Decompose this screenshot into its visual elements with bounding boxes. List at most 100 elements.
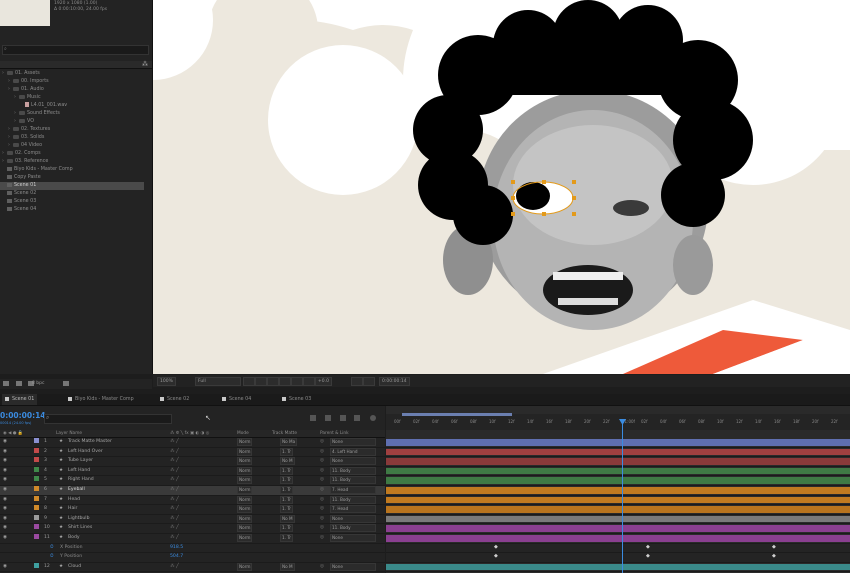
parent-dropdown[interactable]: 7. Head bbox=[330, 505, 376, 514]
layer-track-bar[interactable] bbox=[386, 486, 850, 496]
timeline-timecode[interactable]: 0:00:00:14 bbox=[0, 411, 46, 420]
visibility-icon[interactable]: ◉ bbox=[3, 505, 7, 514]
layer-row[interactable]: ◉ 10 ★ Shirt Lines ⁂ ╱ Norm 1. Tr ◎ 11. Body bbox=[0, 524, 385, 534]
blend-mode-dropdown[interactable]: Norm bbox=[237, 524, 253, 533]
parent-dropdown[interactable]: None bbox=[330, 562, 376, 571]
project-item[interactable]: › 01. Audio bbox=[0, 86, 152, 94]
track-matte-dropdown[interactable]: 1. Tr bbox=[280, 495, 293, 504]
viewer-timecode[interactable]: 0:00:00:14 bbox=[379, 377, 410, 386]
track-matte-column[interactable]: Track Matte bbox=[272, 430, 297, 437]
project-item[interactable]: Biyo Kids - Master Comp bbox=[0, 166, 152, 174]
parent-dropdown[interactable]: 11. Body bbox=[330, 524, 376, 533]
resolution-dropdown[interactable]: Full bbox=[195, 377, 241, 386]
project-item[interactable]: › 03. Solids bbox=[0, 134, 152, 142]
project-item[interactable]: › Music bbox=[0, 94, 152, 102]
label-color-swatch[interactable] bbox=[34, 447, 39, 453]
blend-mode-dropdown[interactable]: Norm bbox=[237, 438, 253, 446]
layer-duration-bar[interactable] bbox=[386, 439, 850, 446]
blend-mode-dropdown[interactable]: Norm bbox=[237, 476, 253, 485]
layer-duration-bar[interactable] bbox=[386, 563, 850, 571]
tab-scene-01[interactable]: Scene 01 bbox=[2, 394, 38, 405]
layer-switches-icon[interactable]: ⁂ ╱ bbox=[170, 457, 179, 466]
track-matte-dropdown[interactable]: 1. Tr bbox=[280, 524, 293, 533]
pick-whip-icon[interactable]: ◎ bbox=[320, 486, 324, 495]
mask-visibility-icon[interactable] bbox=[267, 377, 279, 386]
layer-row[interactable]: ◉ 11 ★ Body ⁂ ╱ Norm 1. Tr ◎ None bbox=[0, 533, 385, 544]
timeline-search-input[interactable]: ⌕ bbox=[44, 414, 172, 424]
track-matte-dropdown[interactable]: No M bbox=[280, 457, 295, 466]
visibility-icon[interactable]: ◉ bbox=[3, 496, 7, 505]
track-matte-dropdown[interactable]: No M bbox=[280, 514, 295, 523]
layer-duration-bar[interactable] bbox=[386, 525, 850, 532]
project-item[interactable]: Scene 03 bbox=[0, 198, 152, 206]
blend-mode-dropdown[interactable]: Norm bbox=[237, 533, 253, 542]
new-folder-icon[interactable] bbox=[15, 381, 22, 386]
parent-dropdown[interactable]: 11. Body bbox=[330, 476, 376, 485]
parent-dropdown[interactable]: 4. Left Hand bbox=[330, 447, 376, 456]
draft-3d-icon[interactable] bbox=[325, 415, 331, 421]
layer-track-bar[interactable] bbox=[386, 534, 850, 544]
visibility-icon[interactable]: ◉ bbox=[3, 486, 7, 495]
pick-whip-icon[interactable]: ◎ bbox=[320, 476, 324, 485]
visibility-icon[interactable]: ◉ bbox=[3, 534, 7, 543]
layer-switches-icon[interactable]: ⁂ ╱ bbox=[170, 496, 179, 505]
layer-row[interactable]: ◉ 9 ★ Lightbulb ⁂ ╱ Norm No M ◎ None bbox=[0, 514, 385, 525]
layer-duration-bar[interactable] bbox=[386, 448, 850, 456]
property-row[interactable]: ⏱ Y Position 504.7 bbox=[0, 553, 385, 563]
pick-whip-icon[interactable]: ◎ bbox=[320, 534, 324, 543]
layer-duration-bar[interactable] bbox=[386, 534, 850, 542]
show-snapshot-icon[interactable] bbox=[363, 377, 375, 386]
blend-mode-dropdown[interactable]: Norm bbox=[237, 562, 253, 571]
interpret-footage-icon[interactable] bbox=[3, 381, 9, 386]
tab-scene-02[interactable]: Scene 02 bbox=[160, 394, 189, 405]
layer-track-bar[interactable] bbox=[386, 505, 850, 515]
layer-track-bar[interactable] bbox=[386, 438, 850, 448]
project-item[interactable]: › 01. Assets bbox=[0, 70, 152, 78]
time-ruler[interactable]: 00f 02f 04f 06f 08f 10f 12f 14f 16f 18f 20f 22f 01:0… bbox=[386, 414, 850, 430]
blend-mode-dropdown[interactable]: Norm bbox=[237, 495, 253, 504]
project-item[interactable]: › 02. Comps bbox=[0, 150, 152, 158]
keyframe-icon[interactable]: ◆ bbox=[646, 544, 650, 550]
track-matte-dropdown[interactable]: 1. Tr bbox=[280, 466, 293, 475]
track-matte-dropdown[interactable]: 1. Tr bbox=[280, 533, 293, 542]
track-matte-dropdown[interactable]: No M bbox=[280, 562, 295, 571]
project-search-input[interactable]: ⌕ bbox=[2, 45, 149, 55]
project-item[interactable]: Scene 04 bbox=[0, 206, 152, 214]
layer-name[interactable]: Left Hand Over bbox=[68, 448, 103, 457]
layer-switches-icon[interactable]: ⁂ ╱ bbox=[170, 534, 179, 543]
property-value[interactable]: 504.7 bbox=[170, 553, 183, 562]
pick-whip-icon[interactable]: ◎ bbox=[320, 438, 324, 447]
layer-switches-icon[interactable]: ⁂ ╱ bbox=[170, 524, 179, 533]
mode-column[interactable]: Mode bbox=[237, 430, 249, 437]
layer-name[interactable]: Body bbox=[68, 534, 80, 543]
layer-duration-bar[interactable] bbox=[386, 496, 850, 504]
pick-whip-icon[interactable]: ◎ bbox=[320, 457, 324, 466]
layer-name-column[interactable]: Layer Name bbox=[56, 430, 82, 437]
tab-biyo-kids-master-comp[interactable]: Biyo Kids - Master Comp bbox=[68, 394, 134, 405]
pick-whip-icon[interactable]: ◎ bbox=[320, 515, 324, 524]
project-item[interactable]: L4.01_001.wav bbox=[0, 102, 152, 110]
keyframe-icon[interactable]: ◆ bbox=[772, 553, 776, 559]
visibility-icon[interactable]: ◉ bbox=[3, 476, 7, 485]
track-matte-dropdown[interactable]: 1. Tr bbox=[280, 485, 293, 494]
layer-row[interactable]: ◉ 6 ★ Eyeball ⁂ ╱ Norm 1. Tr ◎ 7. Head bbox=[0, 485, 385, 496]
project-item[interactable]: › 02. Textures bbox=[0, 126, 152, 134]
layer-duration-bar[interactable] bbox=[386, 515, 850, 523]
visibility-icon[interactable]: ◉ bbox=[3, 563, 7, 572]
blend-mode-dropdown[interactable]: Norm bbox=[237, 485, 253, 494]
motion-blur-icon[interactable] bbox=[354, 415, 360, 421]
project-item[interactable]: Scene 01 bbox=[0, 182, 144, 190]
frame-blending-icon[interactable] bbox=[340, 415, 346, 421]
layer-switches-icon[interactable]: ⁂ ╱ bbox=[170, 563, 179, 572]
layer-track-bar[interactable] bbox=[386, 496, 850, 506]
layer-name[interactable]: Right Hand bbox=[68, 476, 94, 485]
tab-scene-03[interactable]: Scene 03 bbox=[282, 394, 311, 405]
keyframe-icon[interactable]: ◆ bbox=[646, 553, 650, 559]
label-color-swatch[interactable] bbox=[34, 514, 39, 520]
visibility-icon[interactable]: ◉ bbox=[3, 524, 7, 533]
layer-track-bar[interactable] bbox=[386, 563, 850, 573]
parent-dropdown[interactable]: None bbox=[330, 533, 376, 542]
keyframe-icon[interactable]: ◆ bbox=[494, 553, 498, 559]
layer-name[interactable]: Tube Layer bbox=[68, 457, 93, 466]
work-area-bar[interactable] bbox=[402, 413, 512, 416]
